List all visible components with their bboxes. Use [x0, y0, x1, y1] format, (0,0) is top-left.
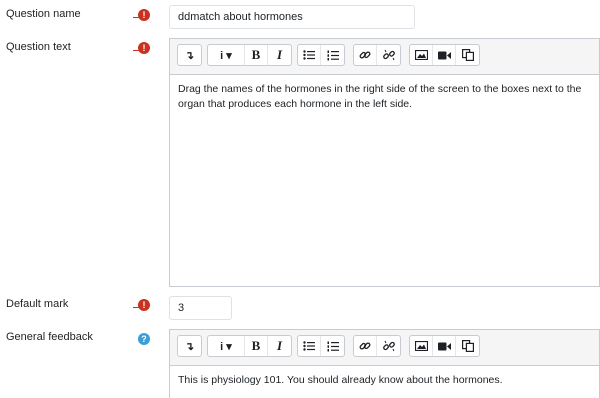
- toolbar-group-format: i ▾ B I: [207, 44, 292, 66]
- link-icon: [359, 51, 371, 59]
- toolbar-group-links: [353, 44, 401, 66]
- general-feedback-editor: ↴ i ▾ B I This is physiology 101. You sh…: [169, 329, 600, 398]
- question-name-input[interactable]: ddmatch about hormones: [169, 5, 415, 29]
- copy-icon: [461, 49, 474, 61]
- toolbar-link-button[interactable]: [354, 336, 377, 356]
- editor-toolbar: ↴ i ▾ B I: [170, 330, 599, 365]
- toolbar-media-button[interactable]: [433, 45, 456, 65]
- toolbar-ordered-list-button[interactable]: [321, 336, 344, 356]
- general-feedback-content[interactable]: This is physiology 101. You should alrea…: [170, 365, 599, 398]
- toolbar-media-button[interactable]: [433, 336, 456, 356]
- info-dropdown-icon: i ▾: [220, 340, 232, 353]
- editor-toolbar: ↴ i ▾ B I: [170, 39, 599, 74]
- toolbar-group-media: [409, 44, 480, 66]
- image-icon: [414, 50, 428, 60]
- toolbar-unlink-button[interactable]: [377, 45, 400, 65]
- toolbar-link-button[interactable]: [354, 45, 377, 65]
- question-text-content[interactable]: Drag the names of the hormones in the ri…: [170, 74, 599, 286]
- toggle-arrow-icon: ↴: [184, 340, 195, 353]
- toolbar-unlink-button[interactable]: [377, 336, 400, 356]
- copy-icon: [461, 340, 474, 352]
- video-camera-icon: [437, 51, 451, 59]
- toolbar-toggle-button[interactable]: ↴: [178, 45, 201, 65]
- toolbar-unordered-list-button[interactable]: [298, 336, 321, 356]
- video-camera-icon: [437, 342, 451, 350]
- required-icon: !: [138, 42, 150, 54]
- image-icon: [414, 341, 428, 351]
- italic-icon: I: [276, 47, 283, 62]
- toolbar-group-media: [409, 335, 480, 357]
- general-feedback-label: General feedback: [6, 331, 93, 343]
- unordered-list-icon: [303, 50, 315, 60]
- toolbar-italic-button[interactable]: I: [268, 45, 291, 65]
- toolbar-paragraph-button[interactable]: i ▾: [208, 336, 245, 356]
- toolbar-image-button[interactable]: [410, 336, 433, 356]
- info-dropdown-icon: i ▾: [220, 49, 232, 62]
- toolbar-copy-button[interactable]: [456, 336, 479, 356]
- toolbar-bold-button[interactable]: B: [245, 336, 268, 356]
- toolbar-toggle-button[interactable]: ↴: [178, 336, 201, 356]
- bold-icon: B: [251, 47, 261, 62]
- default-mark-input[interactable]: 3: [169, 296, 232, 320]
- question-text-label: Question text: [6, 41, 71, 53]
- toolbar-group-lists: [297, 44, 345, 66]
- question-text-editor: ↴ i ▾ B I Drag the names of the hormones…: [169, 38, 600, 287]
- toolbar-group-links: [353, 335, 401, 357]
- ordered-list-icon: [327, 341, 339, 351]
- unordered-list-icon: [303, 341, 315, 351]
- link-icon: [359, 342, 371, 350]
- toolbar-unordered-list-button[interactable]: [298, 45, 321, 65]
- toggle-arrow-icon: ↴: [184, 49, 195, 62]
- toolbar-copy-button[interactable]: [456, 45, 479, 65]
- toolbar-italic-button[interactable]: I: [268, 336, 291, 356]
- toolbar-group-toggle: ↴: [177, 44, 202, 66]
- required-icon: !: [138, 299, 150, 311]
- unlink-icon: [382, 49, 395, 61]
- toolbar-group-lists: [297, 335, 345, 357]
- toolbar-paragraph-button[interactable]: i ▾: [208, 45, 245, 65]
- toolbar-group-toggle: ↴: [177, 335, 202, 357]
- toolbar-bold-button[interactable]: B: [245, 45, 268, 65]
- toolbar-ordered-list-button[interactable]: [321, 45, 344, 65]
- toolbar-image-button[interactable]: [410, 45, 433, 65]
- ordered-list-icon: [327, 50, 339, 60]
- default-mark-label: Default mark: [6, 298, 69, 310]
- italic-icon: I: [276, 338, 283, 353]
- help-icon[interactable]: ?: [138, 333, 150, 345]
- question-name-label: Question name: [6, 8, 81, 20]
- bold-icon: B: [251, 338, 261, 353]
- required-icon: !: [138, 9, 150, 21]
- unlink-icon: [382, 340, 395, 352]
- toolbar-group-format: i ▾ B I: [207, 335, 292, 357]
